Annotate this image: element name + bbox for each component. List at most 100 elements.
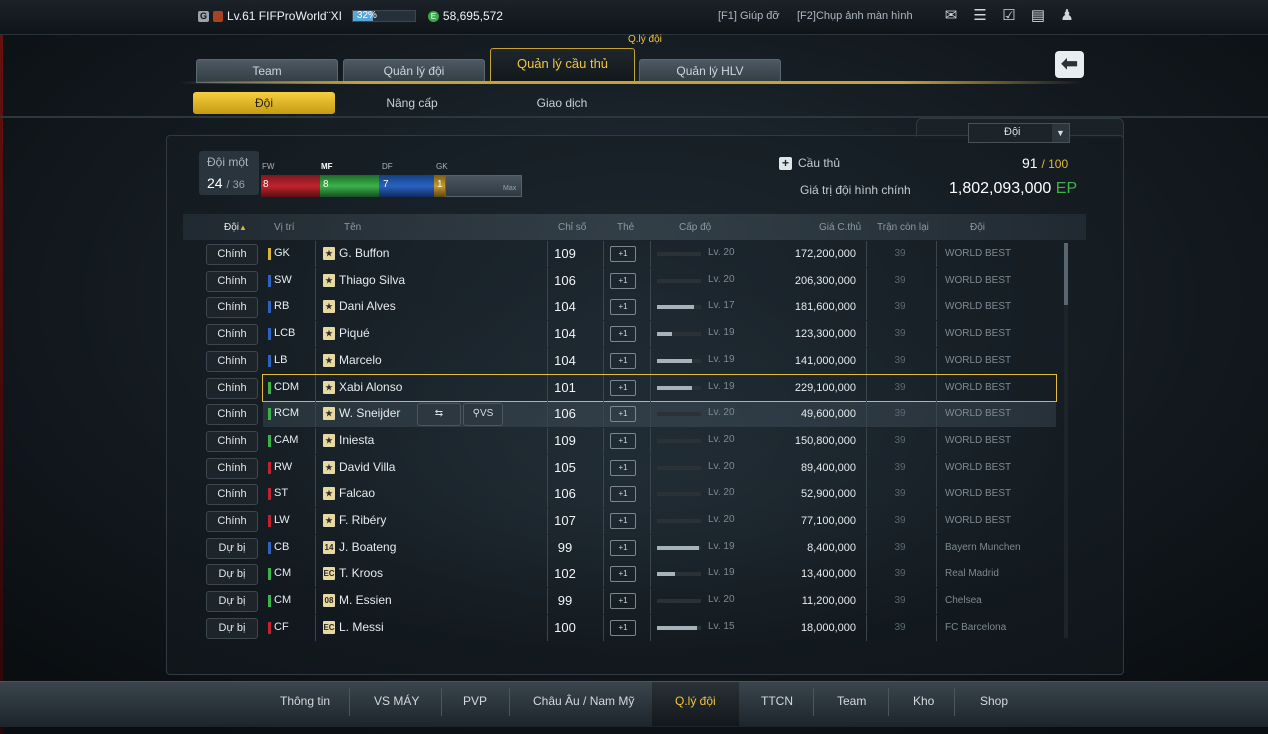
nav-info[interactable]: Thông tin [280,694,330,708]
squad-status-button[interactable]: Dự bị [206,617,258,639]
table-row[interactable]: Chính LCB ★ Piqué 104 +1 Lv. 19 123,300,000 39 WO… [183,321,1059,348]
table-row[interactable]: Dự bị CM EC T. Kroos 102 +1 Lv. 19 13,400,000 39… [183,561,1059,588]
squad-status-button[interactable]: Chính [206,484,258,506]
nav-team[interactable]: Team [837,694,866,708]
card-slot-icon[interactable]: +1 [610,326,636,343]
card-slot-icon[interactable]: +1 [610,619,636,636]
table-row[interactable]: Chính RW ★ David Villa 105 +1 Lv. 20 89,400,000… [183,454,1059,481]
squad-status-button[interactable]: Chính [206,324,258,346]
help-hotkey[interactable]: [F1] Giúp đỡ [718,10,780,22]
card-slot-icon[interactable]: +1 [610,566,636,583]
player-name[interactable]: G. Buffon [339,246,389,260]
nav-team-management[interactable]: Q.lý đội [675,694,716,708]
table-row[interactable]: Chính ST ★ Falcao 106 +1 Lv. 20 52,900,000 39 WOR… [183,481,1059,508]
header-name[interactable]: Tên [344,222,361,233]
card-slot-icon[interactable]: +1 [610,459,636,476]
player-name[interactable]: T. Kroos [339,566,383,580]
back-arrow-icon[interactable]: ⬅ [1055,51,1084,78]
player-name[interactable]: Marcelo [339,353,382,367]
squad-status-button[interactable]: Chính [206,377,258,399]
player-name[interactable]: W. Sneijder [339,406,400,420]
squad-status-button[interactable]: Dự bị [206,564,258,586]
card-slot-icon[interactable]: +1 [610,379,636,396]
card-slot-icon[interactable]: +1 [610,352,636,369]
user-icon[interactable]: ♟ [1057,7,1077,25]
nav-shop[interactable]: Shop [980,694,1008,708]
scrollbar-thumb[interactable] [1064,243,1068,305]
nav-ttcn[interactable]: TTCN [761,694,793,708]
tab-team-management[interactable]: Quản lý đội [343,59,485,83]
swap-icon[interactable]: ⇆ [417,403,461,427]
squad-status-button[interactable]: Chính [206,244,258,265]
card-slot-icon[interactable]: +1 [610,593,636,610]
compare-button[interactable]: ⚲VS [463,403,503,427]
table-row[interactable]: Chính CAM ★ Iniesta 109 +1 Lv. 20 150,800,000 39… [183,427,1059,454]
subtab-team[interactable]: Đội [193,92,335,114]
nav-vs-computer[interactable]: VS MÁY [374,694,419,708]
player-name[interactable]: Thiago Silva [339,273,405,287]
card-slot-icon[interactable]: +1 [610,513,636,529]
nav-europe-south-america[interactable]: Châu Âu / Nam Mỹ [533,694,634,708]
subtab-trade[interactable]: Giao dịch [491,92,633,114]
header-ovr[interactable]: Chỉ số [558,222,586,233]
tab-team[interactable]: Team [196,59,338,83]
tab-coach-management[interactable]: Quản lý HLV [639,59,781,83]
player-name[interactable]: F. Ribéry [339,513,386,527]
squad-status-button[interactable]: Chính [206,511,258,532]
table-row[interactable]: Dự bị CB 14 J. Boateng 99 +1 Lv. 19 8,400,000 39… [183,534,1059,561]
squad-status-button[interactable]: Chính [206,350,258,372]
player-name[interactable]: Falcao [339,486,375,500]
table-row[interactable]: Chính RB ★ Dani Alves 104 +1 Lv. 17 181,600,000… [183,294,1059,321]
squad-status-button[interactable]: Chính [206,430,258,452]
card-slot-icon[interactable]: +1 [610,539,636,556]
table-row[interactable]: Chính GK ★ G. Buffon 109 +1 Lv. 20 172,200,000 3… [183,241,1059,267]
table-row[interactable]: Chính SW ★ Thiago Silva 106 +1 Lv. 20 206,300,0… [183,267,1059,294]
nav-pvp[interactable]: PVP [463,694,487,708]
screenshot-hotkey[interactable]: [F2]Chụp ảnh màn hình [797,10,913,22]
subtab-upgrade[interactable]: Nâng cấp [341,92,483,114]
player-name[interactable]: Piqué [339,326,370,340]
chat-icon[interactable]: ▤ [1028,7,1048,25]
card-slot-icon[interactable]: +1 [610,246,636,262]
position-color-marker [268,354,271,367]
table-row[interactable]: Chính CDM ★ Xabi Alonso 101 +1 Lv. 19 229,100,0… [206,373,1057,402]
table-row[interactable]: Chính RCM ★ W. Sneijder 106 +1 Lv. 20 49,600,00… [206,401,1056,428]
header-price[interactable]: Giá C.thủ [819,222,861,233]
table-row[interactable]: Chính LB ★ Marcelo 104 +1 Lv. 19 141,000,000 39 W… [183,347,1059,374]
nav-storage[interactable]: Kho [913,694,934,708]
squad-status-button[interactable]: Dự bị [206,591,258,613]
header-position[interactable]: Vị trí [274,222,295,233]
card-slot-icon[interactable]: +1 [610,406,636,423]
player-name[interactable]: Xabi Alonso [339,380,402,394]
squad-status-button[interactable]: Dự bị [206,537,258,559]
tab-player-management[interactable]: Quản lý cầu thủ [490,48,635,81]
squad-status-button[interactable]: Chính [206,404,258,426]
list-icon[interactable]: ☰ [970,7,990,25]
header-club[interactable]: Đội [970,222,985,233]
squad-status-button[interactable]: Chính [206,270,258,292]
calendar-check-icon[interactable]: ☑ [999,7,1019,25]
header-games-left[interactable]: Trận còn lại [877,222,929,233]
squad-status-button[interactable]: Chính [206,457,258,479]
header-team-status[interactable]: Đội▲ [224,222,247,233]
card-slot-icon[interactable]: +1 [610,486,636,503]
table-scrollbar[interactable] [1064,243,1068,638]
team-filter-dropdown[interactable]: Đội ▼ [968,123,1070,143]
player-name[interactable]: M. Essien [339,593,392,607]
player-name[interactable]: Iniesta [339,433,374,447]
card-slot-icon[interactable]: +1 [610,432,636,449]
table-row[interactable]: Chính LW ★ F. Ribéry 107 +1 Lv. 20 77,100,000 39… [183,508,1059,534]
mail-icon[interactable]: ✉ [941,7,961,25]
header-level[interactable]: Cấp độ [679,222,711,233]
player-name[interactable]: J. Boateng [339,540,396,554]
table-row[interactable]: Dự bị CM 08 M. Essien 99 +1 Lv. 20 11,200,000 39… [183,588,1059,615]
squad-status-button[interactable]: Chính [206,297,258,319]
card-slot-icon[interactable]: +1 [610,272,636,289]
header-card[interactable]: Thẻ [617,222,634,233]
player-name[interactable]: David Villa [339,460,395,474]
table-row[interactable]: Dự bị CF EC L. Messi 100 +1 Lv. 15 18,000,000 39… [183,614,1059,641]
card-slot-icon[interactable]: +1 [610,299,636,316]
player-name[interactable]: L. Messi [339,620,384,634]
plus-icon[interactable]: + [779,157,792,170]
player-name[interactable]: Dani Alves [339,299,396,313]
